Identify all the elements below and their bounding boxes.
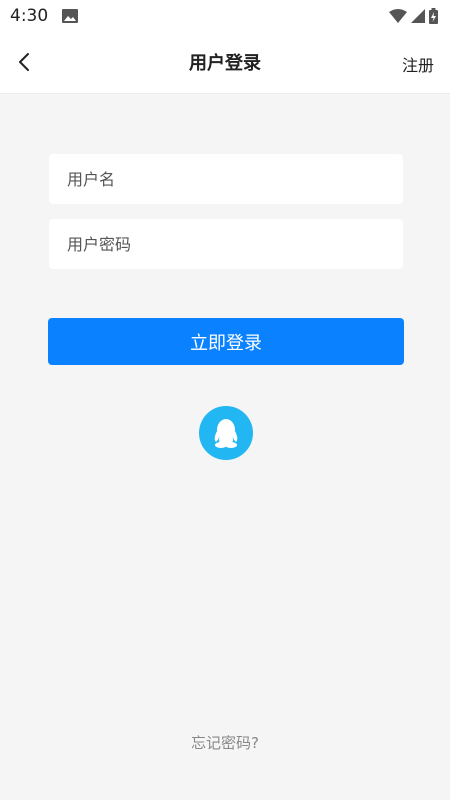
status-icons [389, 8, 438, 24]
image-icon [62, 9, 79, 23]
qq-login-button[interactable] [199, 406, 253, 460]
wifi-icon [389, 9, 407, 23]
page-title: 用户登录 [189, 53, 261, 74]
qq-penguin-icon [214, 419, 238, 448]
battery-icon [429, 8, 438, 24]
forgot-password-link[interactable]: 忘记密码? [0, 732, 450, 753]
register-link[interactable]: 注册 [402, 52, 434, 76]
username-input[interactable] [49, 154, 403, 204]
password-input[interactable] [49, 219, 403, 269]
login-button[interactable]: 立即登录 [48, 318, 404, 365]
signal-icon [411, 9, 425, 23]
status-time: 4:30 [10, 6, 49, 26]
app-header: 用户登录 注册 [0, 32, 450, 94]
status-bar: 4:30 [0, 0, 450, 32]
